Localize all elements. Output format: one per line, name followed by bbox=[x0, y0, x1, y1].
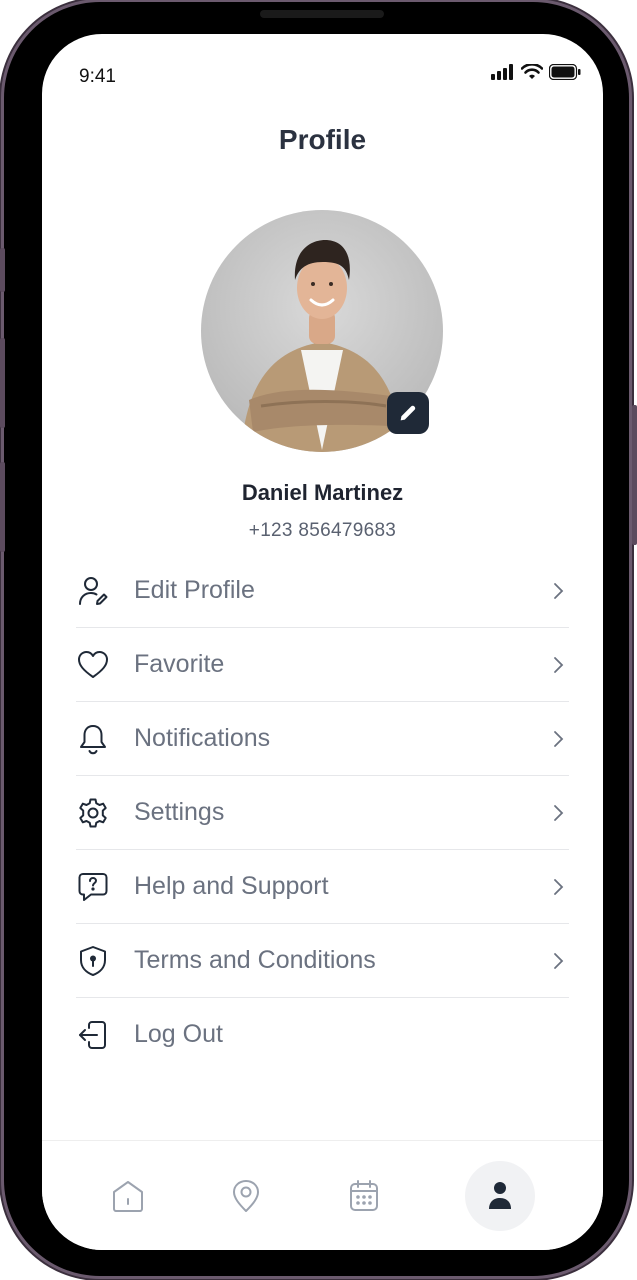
chevron-right-icon bbox=[549, 951, 569, 971]
menu-item-label: Terms and Conditions bbox=[134, 946, 376, 974]
profile-phone: +123 856479683 bbox=[248, 520, 397, 541]
side-button-volume-down bbox=[0, 462, 5, 552]
menu-item-edit-profile[interactable]: Edit Profile bbox=[76, 554, 569, 628]
profile-icon bbox=[489, 1182, 511, 1209]
shield-icon bbox=[76, 944, 110, 978]
menu-item-notifications[interactable]: Notifications bbox=[76, 702, 569, 776]
tab-bar bbox=[42, 1140, 603, 1250]
menu-item-favorite[interactable]: Favorite bbox=[76, 628, 569, 702]
status-icons bbox=[491, 64, 581, 80]
chevron-right-icon bbox=[549, 655, 569, 675]
side-button-mute bbox=[0, 248, 5, 292]
menu-item-help-support[interactable]: Help and Support bbox=[76, 850, 569, 924]
menu-item-label: Edit Profile bbox=[134, 576, 255, 604]
phone-frame: 9:41 Profile Daniel Martinez +123 856479… bbox=[4, 2, 629, 1276]
calendar-icon bbox=[350, 1180, 378, 1211]
tab-location[interactable] bbox=[221, 1171, 271, 1221]
gear-icon bbox=[76, 796, 110, 830]
chevron-right-icon bbox=[549, 877, 569, 897]
battery-icon bbox=[549, 64, 581, 80]
menu-item-terms-conditions[interactable]: Terms and Conditions bbox=[76, 924, 569, 998]
logout-icon bbox=[76, 1018, 110, 1052]
tab-home[interactable] bbox=[103, 1171, 153, 1221]
page-title: Profile bbox=[278, 124, 367, 155]
heart-icon bbox=[76, 648, 110, 682]
chevron-right-icon bbox=[549, 581, 569, 601]
location-pin-icon bbox=[233, 1180, 259, 1212]
side-button-volume-up bbox=[0, 338, 5, 428]
profile-name: Daniel Martinez bbox=[241, 480, 404, 505]
menu-item-label: Favorite bbox=[134, 650, 225, 678]
menu-item-label: Notifications bbox=[134, 724, 271, 752]
signal-icon bbox=[491, 64, 513, 80]
menu-item-label: Log Out bbox=[134, 1020, 223, 1048]
edit-avatar-button[interactable] bbox=[387, 392, 429, 434]
profile-menu: Edit Profile Favorite Notifications Sett… bbox=[76, 554, 569, 1071]
pencil-icon bbox=[400, 405, 416, 421]
bell-icon bbox=[76, 722, 110, 756]
chevron-right-icon bbox=[549, 729, 569, 749]
home-icon bbox=[113, 1181, 143, 1212]
side-button-power bbox=[632, 405, 637, 545]
tab-profile[interactable] bbox=[465, 1161, 535, 1231]
status-time: 9:41 bbox=[79, 66, 116, 87]
wifi-icon bbox=[521, 64, 543, 79]
help-chat-icon bbox=[76, 870, 110, 904]
notch bbox=[260, 10, 384, 18]
menu-item-log-out[interactable]: Log Out bbox=[76, 998, 569, 1071]
chevron-right-icon bbox=[549, 803, 569, 823]
tab-calendar[interactable] bbox=[339, 1171, 389, 1221]
avatar-container bbox=[201, 210, 443, 452]
screen: 9:41 Profile Daniel Martinez +123 856479… bbox=[42, 34, 603, 1250]
menu-item-settings[interactable]: Settings bbox=[76, 776, 569, 850]
menu-item-label: Settings bbox=[134, 798, 225, 826]
menu-item-label: Help and Support bbox=[134, 872, 329, 900]
user-edit-icon bbox=[76, 574, 110, 608]
